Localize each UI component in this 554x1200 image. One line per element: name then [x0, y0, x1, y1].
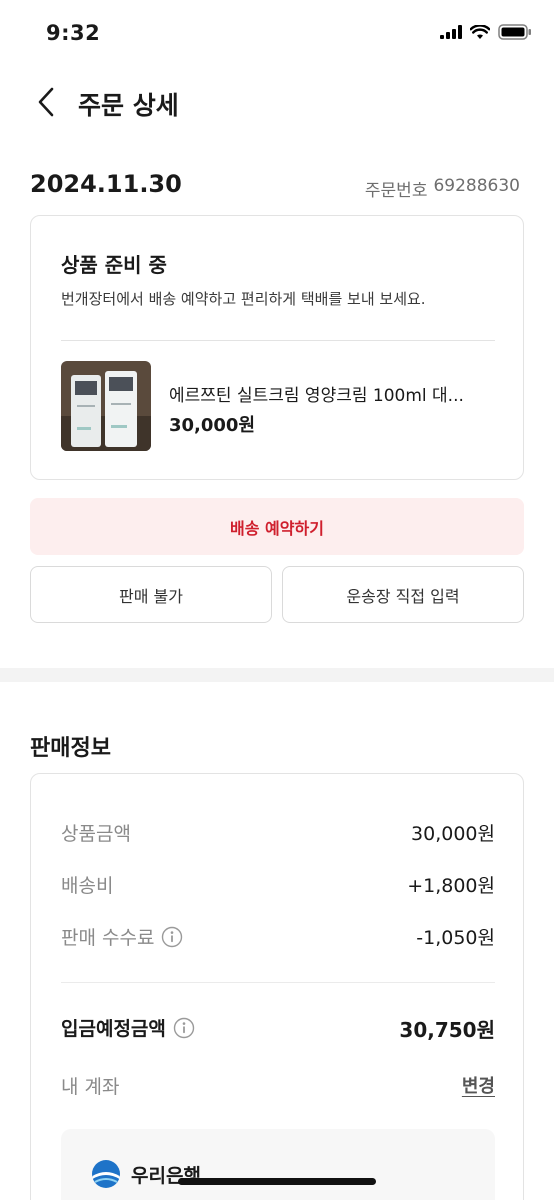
product-price: 30,000원 [169, 415, 256, 436]
info-icon[interactable] [173, 1017, 195, 1039]
cellular-signal-icon [440, 25, 462, 39]
row-label: 상품금액 [61, 823, 131, 845]
wifi-icon [470, 24, 490, 39]
order-number-label: 주문번호 [364, 181, 428, 201]
row-value: +1,800원 [407, 875, 495, 897]
back-button[interactable] [28, 82, 64, 122]
status-bar: 9:32 [0, 0, 554, 66]
order-status-card: 상품 준비 중 번개장터에서 배송 예약하고 편리하게 택배를 보내 보세요. … [30, 215, 524, 480]
schedule-delivery-button[interactable]: 배송 예약하기 [30, 498, 524, 555]
shipping-fee-row: 배송비 +1,800원 [61, 869, 495, 899]
page-title: 주문 상세 [78, 91, 179, 120]
product-name[interactable]: 에르쯔틴 실트크림 영양크림 100ml 대... [169, 381, 499, 406]
row-label-with-info: 판매 수수료 [61, 923, 183, 950]
divider [61, 340, 495, 341]
order-status-description: 번개장터에서 배송 예약하고 편리하게 택배를 보내 보세요. [61, 290, 426, 308]
enter-tracking-number-button[interactable]: 운송장 직접 입력 [282, 566, 524, 623]
section-separator [0, 668, 554, 682]
expected-deposit-row: 입금예정금액 30,750원 [61, 1012, 495, 1042]
product-amount-row: 상품금액 30,000원 [61, 817, 495, 847]
status-time: 9:32 [46, 21, 101, 45]
row-label: 배송비 [61, 875, 114, 897]
expected-deposit-value: 30,750원 [399, 1018, 495, 1042]
product-thumbnail[interactable] [61, 361, 151, 451]
product-image [61, 361, 151, 451]
cannot-sell-button[interactable]: 판매 불가 [30, 566, 272, 623]
navigation-bar: 주문 상세 [0, 76, 554, 128]
sales-fee-row: 판매 수수료 -1,050원 [61, 921, 495, 951]
row-value: 30,000원 [411, 823, 495, 845]
my-account-row: 내 계좌 변경 [61, 1070, 495, 1100]
divider [61, 982, 495, 983]
status-icons [440, 24, 532, 40]
order-date: 2024.11.30 [30, 170, 182, 198]
order-number: 주문번호 69288630 [365, 176, 520, 201]
order-header: 2024.11.30 주문번호 69288630 [30, 168, 520, 204]
expected-deposit-label: 입금예정금액 [61, 1018, 166, 1040]
info-icon[interactable] [161, 926, 183, 948]
home-indicator[interactable] [178, 1178, 376, 1185]
bank-account-box: 우리은행 [61, 1129, 495, 1200]
bank-logo-icon [92, 1160, 120, 1188]
battery-icon [498, 24, 531, 40]
order-status-title: 상품 준비 중 [61, 253, 167, 277]
sales-info-title: 판매정보 [30, 736, 111, 761]
row-value: -1,050원 [416, 927, 495, 949]
sales-info-card: 상품금액 30,000원 배송비 +1,800원 판매 수수료 -1,050원 … [30, 773, 524, 1200]
order-number-value: 69288630 [433, 176, 520, 196]
my-account-label: 내 계좌 [61, 1076, 120, 1098]
row-label-with-info: 입금예정금액 [61, 1014, 195, 1041]
row-label-text: 판매 수수료 [61, 927, 155, 949]
chevron-left-icon [38, 87, 54, 117]
change-account-link[interactable]: 변경 [462, 1072, 495, 1098]
